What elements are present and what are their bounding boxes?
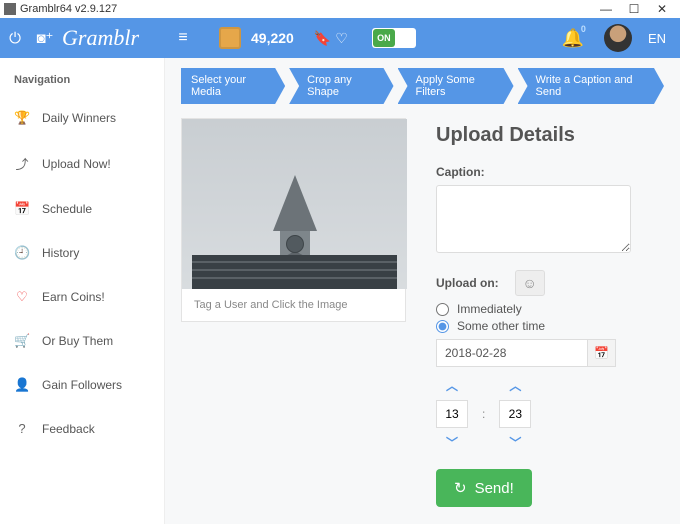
caption-input[interactable]: [436, 185, 631, 253]
window-titlebar: Gramblr64 v2.9.127 — ☐ ✕: [0, 0, 680, 18]
date-input[interactable]: [436, 339, 588, 367]
sidebar-item-feedback[interactable]: ? Feedback: [0, 407, 164, 450]
date-picker-button[interactable]: 📅: [588, 339, 616, 367]
coins-count: 49,220: [251, 30, 294, 46]
upload-icon: ⤴: [14, 154, 30, 173]
coins-icon: [219, 27, 241, 49]
preview-image[interactable]: [182, 119, 407, 289]
caption-label: Caption:: [436, 165, 664, 179]
sidebar: Navigation 🏆 Daily Winners ⤴ Upload Now! 📅…: [0, 58, 165, 524]
bell-badge: 0: [581, 24, 586, 34]
app-icon: [4, 3, 16, 15]
sidebar-item-label: Or Buy Them: [42, 334, 113, 348]
avatar[interactable]: [604, 24, 632, 52]
menu-icon[interactable]: ≡: [171, 29, 195, 47]
bell-icon[interactable]: 🔔0: [558, 28, 588, 49]
bc-crop[interactable]: Crop any Shape: [289, 68, 393, 104]
sidebar-item-daily-winners[interactable]: 🏆 Daily Winners: [0, 96, 164, 140]
hour-up[interactable]: ︿: [446, 377, 458, 394]
topbar: ⏻ ◙⁺ Gramblr ≡ 49,220 🔖 ♡ ON 🔔0 EN: [0, 18, 680, 58]
sidebar-item-label: Earn Coins!: [42, 290, 105, 304]
minute-input[interactable]: [499, 400, 531, 428]
main: Select your Media Crop any Shape Apply S…: [165, 58, 680, 524]
window-title: Gramblr64 v2.9.127: [20, 3, 117, 15]
close-button[interactable]: ✕: [648, 2, 676, 16]
maximize-button[interactable]: ☐: [620, 2, 648, 16]
send-icon: ↻: [454, 479, 467, 497]
minute-up[interactable]: ︿: [509, 377, 521, 394]
tag-hint: Tag a User and Click the Image: [182, 289, 405, 321]
history-icon: 🕘: [14, 245, 30, 261]
user-icon: 👤: [14, 377, 30, 393]
sidebar-item-buy[interactable]: 🛒 Or Buy Them: [0, 319, 164, 363]
image-card: Tag a User and Click the Image: [181, 118, 406, 322]
send-label: Send!: [475, 480, 514, 497]
heart-outline-icon: ♡: [14, 289, 30, 305]
radio-immediately-label: Immediately: [457, 302, 522, 316]
minimize-button[interactable]: —: [592, 2, 620, 16]
hour-input[interactable]: [436, 400, 468, 428]
page-title: Upload Details: [436, 124, 664, 147]
sidebar-item-label: Schedule: [42, 202, 92, 216]
brand-logo: Gramblr: [60, 25, 149, 51]
upload-on-label: Upload on:: [436, 276, 499, 290]
sidebar-item-label: History: [42, 246, 79, 260]
radio-immediately[interactable]: Immediately: [436, 302, 664, 316]
sidebar-item-label: Feedback: [42, 422, 95, 436]
sidebar-item-earn-coins[interactable]: ♡ Earn Coins!: [0, 275, 164, 319]
calendar-icon: 📅: [14, 201, 30, 217]
toggle-on-label: ON: [373, 29, 395, 47]
sidebar-item-label: Upload Now!: [42, 157, 111, 171]
heart-icon[interactable]: ♡: [335, 30, 348, 47]
time-colon: :: [482, 407, 485, 421]
sidebar-item-label: Gain Followers: [42, 378, 122, 392]
bc-select-media[interactable]: Select your Media: [181, 68, 285, 104]
bc-filters[interactable]: Apply Some Filters: [398, 68, 514, 104]
radio-other-time[interactable]: Some other time: [436, 319, 664, 333]
trophy-icon: 🏆: [14, 110, 30, 126]
bc-caption[interactable]: Write a Caption and Send: [518, 68, 664, 104]
radio-other-label: Some other time: [457, 319, 545, 333]
language-selector[interactable]: EN: [648, 31, 666, 46]
nav-heading: Navigation: [0, 70, 164, 96]
sidebar-item-label: Daily Winners: [42, 111, 116, 125]
breadcrumb: Select your Media Crop any Shape Apply S…: [181, 68, 664, 104]
power-icon[interactable]: ⏻: [0, 30, 30, 47]
sidebar-item-history[interactable]: 🕘 History: [0, 231, 164, 275]
send-button[interactable]: ↻ Send!: [436, 469, 532, 507]
cart-icon: 🛒: [14, 333, 30, 349]
bookmark-icon[interactable]: 🔖: [314, 30, 331, 47]
on-toggle[interactable]: ON: [372, 28, 416, 48]
sidebar-item-schedule[interactable]: 📅 Schedule: [0, 187, 164, 231]
emoji-button[interactable]: ☺: [515, 270, 545, 296]
question-icon: ?: [14, 421, 30, 436]
sidebar-item-gain-followers[interactable]: 👤 Gain Followers: [0, 363, 164, 407]
minute-down[interactable]: ﹀: [509, 434, 521, 451]
camera-icon[interactable]: ◙⁺: [30, 29, 60, 47]
sidebar-item-upload-now[interactable]: ⤴ Upload Now!: [0, 140, 164, 187]
hour-down[interactable]: ﹀: [446, 434, 458, 451]
